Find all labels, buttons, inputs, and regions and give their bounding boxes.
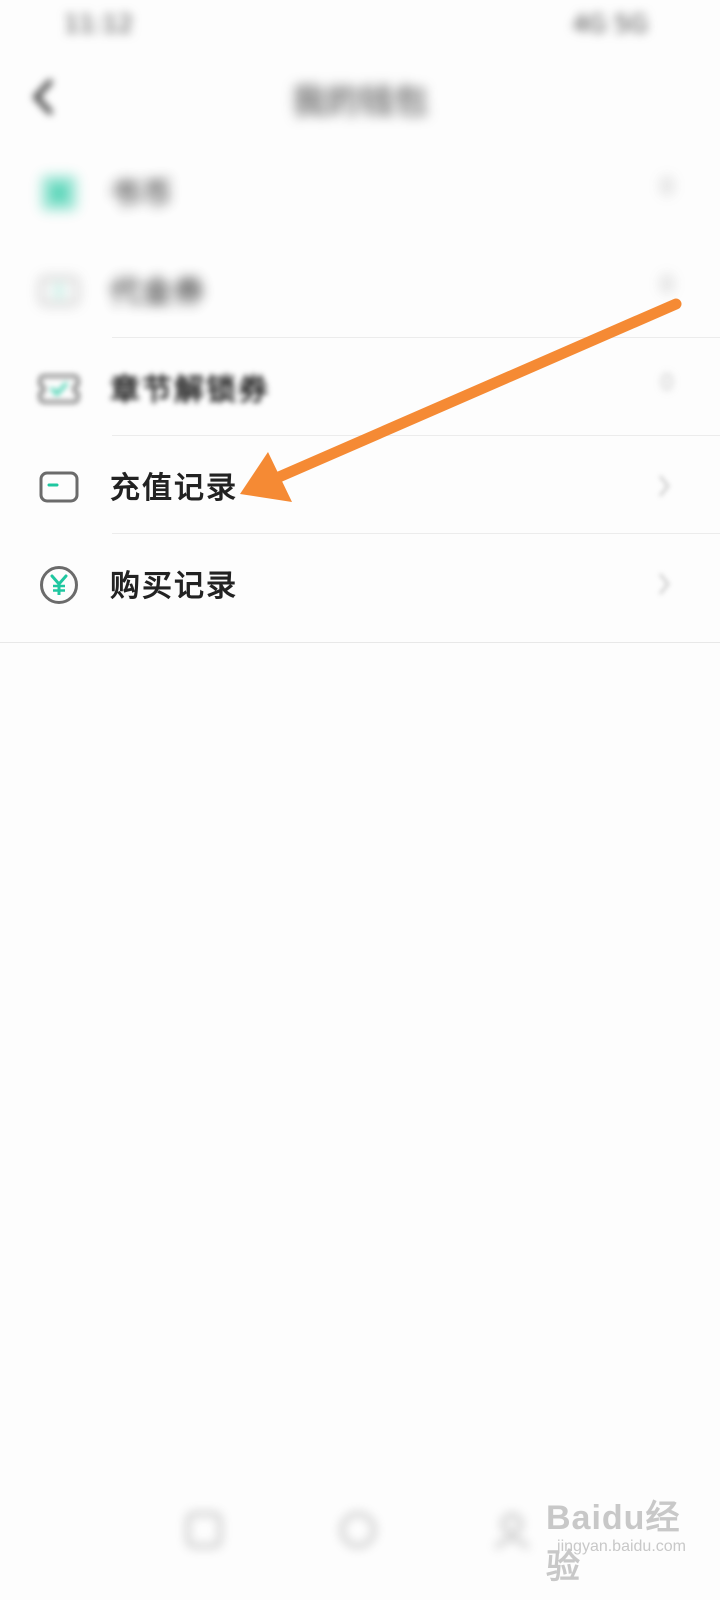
status-time: 11:12 (64, 10, 134, 38)
tab-discover-icon[interactable] (336, 1508, 380, 1552)
watermark-url: jingyan.baidu.com (557, 1538, 686, 1555)
chevron-right-icon (658, 475, 670, 497)
menu-item-label: 章节解锁券 (110, 373, 270, 408)
voucher-icon (39, 276, 79, 306)
yen-circle-icon (40, 566, 78, 604)
menu-item-label: 充值记录 (110, 471, 238, 506)
status-bar: 11:12 4G 5G (0, 0, 720, 52)
wallet-menu-list: 书币 0 代金券 0 章节解锁券 0 充值记录 购买记录 (0, 142, 720, 643)
menu-item-vouchers[interactable]: 代金券 0 (0, 240, 720, 340)
chevron-right-icon (658, 573, 670, 595)
menu-item-value: 0 (660, 273, 674, 298)
menu-item-label: 代金券 (110, 275, 206, 310)
menu-item-chapter-unlock-tickets[interactable]: 章节解锁券 0 (0, 338, 720, 438)
menu-item-recharge-records[interactable]: 充值记录 (0, 436, 720, 536)
menu-item-purchase-records[interactable]: 购买记录 (0, 534, 720, 634)
navigation-bar: 我的钱包 (0, 52, 720, 142)
menu-item-coins[interactable]: 书币 0 (0, 142, 720, 242)
tab-bookshelf-icon[interactable] (182, 1508, 226, 1552)
watermark: Baidu经验 jingyan.baidu.com (546, 1490, 686, 1586)
coin-icon (41, 175, 77, 211)
tab-profile-icon[interactable] (490, 1508, 534, 1552)
recharge-card-icon (39, 471, 79, 503)
menu-item-value: 0 (660, 371, 674, 396)
unlock-ticket-icon (38, 374, 80, 404)
menu-item-value: 0 (660, 175, 674, 200)
menu-item-label: 书币 (110, 177, 174, 212)
menu-item-label: 购买记录 (110, 569, 238, 604)
list-bottom-border (0, 642, 720, 643)
status-indicators: 4G 5G (572, 10, 648, 38)
page-title: 我的钱包 (292, 82, 428, 122)
